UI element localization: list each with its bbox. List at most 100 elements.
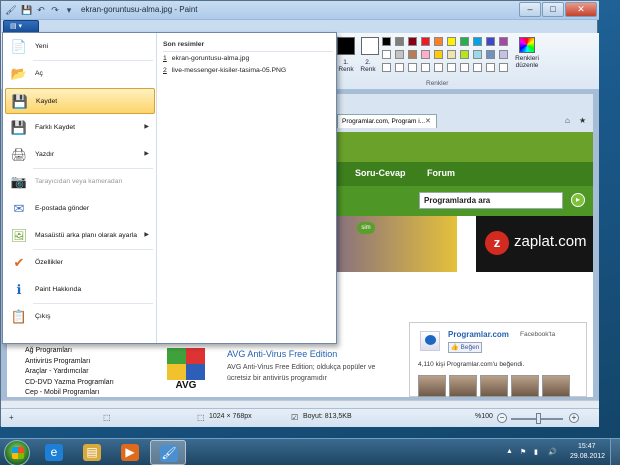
palette-swatch[interactable] [408,50,417,59]
star-icon: ★ [579,116,587,125]
action-center-flag-icon[interactable]: ⚑ [520,448,526,456]
minimize-button[interactable]: – [519,2,541,17]
recent-item[interactable]: 1 ekran-goruntusu-alma.jpg [163,55,249,62]
palette-swatch[interactable] [395,37,404,46]
edit-colors-button[interactable]: Renkleri düzenle [513,37,541,69]
menu-item-label: Yazdır [35,151,55,158]
palette-swatch[interactable] [460,37,469,46]
menu-item-print[interactable]: 🖨 Yazdır ▶ [5,142,155,168]
recent-item-name: ekran-goruntusu-alma.jpg [171,55,250,62]
palette-swatch[interactable] [434,63,443,72]
avg-title: AVG Anti-Virus Free Edition [227,349,338,359]
zoom-in-button[interactable]: + [569,413,579,423]
taskbar: e ▤ ▶ 🖌 ▲ ⚑ ▮ 🔊 15:47 29.08.2012 [0,438,620,465]
taskbar-explorer[interactable]: ▤ [74,440,110,465]
zoom-out-button[interactable]: − [497,413,507,423]
sim-badge: sim [357,222,375,234]
palette-swatch[interactable] [395,63,404,72]
palette-swatch[interactable] [421,37,430,46]
palette-swatch[interactable] [447,50,456,59]
menu-item-properties[interactable]: ✔ Özellikler [5,250,155,276]
undo-icon[interactable]: ↶ [35,4,47,16]
color2-swatch[interactable] [361,37,379,55]
volume-icon[interactable]: 🔊 [548,448,557,456]
image-dimensions: 1024 × 768px [209,413,252,420]
taskbar-ie[interactable]: e [36,440,72,465]
fb-subtitle: Facebook'ta [520,331,556,338]
start-button[interactable] [4,440,30,465]
palette-swatch[interactable] [499,63,508,72]
avatar [511,375,539,397]
save-quick-icon[interactable]: 💾 [21,4,33,16]
menu-item-open[interactable]: 📂 Aç [5,61,155,87]
avatar [480,375,508,397]
avatar [418,375,446,397]
list-item: CD-DVD Yazma Programları [25,378,114,386]
color1-label: 1. Renk [338,59,354,73]
palette-swatch[interactable] [408,63,417,72]
avg-logo-icon [167,348,205,380]
status-bar: + ⬚ ⬚ 1024 × 768px ☑ Boyut: 813,5KB %100… [1,408,599,427]
palette-swatch[interactable] [486,63,495,72]
save-icon: 💾 [11,94,29,109]
fb-like-count: 4,110 kişi Programlar.com'u beğendi. [418,361,525,368]
redo-icon[interactable]: ↷ [49,4,61,16]
close-button[interactable]: ✕ [565,2,597,17]
show-hidden-icons-icon[interactable]: ▲ [506,448,513,455]
recent-item[interactable]: 2 live-messenger-kisiler-tasima-05.PNG [163,67,286,74]
taskbar-paint[interactable]: 🖌 [150,440,186,465]
menu-item-scanner[interactable]: 📷 Tarayıcıdan veya kameradan [5,169,155,195]
menu-item-label: Kaydet [36,98,58,105]
color1-swatch[interactable] [337,37,355,55]
palette-swatch[interactable] [421,63,430,72]
dimensions-icon: ⬚ [197,413,205,422]
window-title: ekran-goruntusu-alma.jpg - Paint [81,5,198,14]
palette-swatch[interactable] [499,50,508,59]
palette-swatch[interactable] [473,63,482,72]
menu-item-email[interactable]: ✉ E-postada gönder [5,196,155,222]
palette-swatch[interactable] [499,37,508,46]
clock-time[interactable]: 15:47 [578,443,596,450]
avatar [542,375,570,397]
maximize-button[interactable]: □ [542,2,564,17]
palette-swatch[interactable] [395,50,404,59]
zplat-banner: z zaplat.com [476,216,593,272]
menu-item-label: E-postada gönder [35,205,90,212]
palette-swatch[interactable] [447,63,456,72]
palette-swatch[interactable] [473,50,482,59]
menu-item-save[interactable]: 💾 Kaydet [5,88,155,114]
taskbar-media-player[interactable]: ▶ [112,440,148,465]
palette-swatch[interactable] [434,37,443,46]
palette-swatch[interactable] [473,37,482,46]
palette-swatch[interactable] [486,50,495,59]
palette-swatch[interactable] [382,63,391,72]
menu-item-new[interactable]: 📄 Yeni [5,34,155,60]
app-menu-commands: 📄 Yeni 📂 Aç 💾 Kaydet 💾 Farklı Kaydet ▶ 🖨 Yazdır ▶ 📷 T… [3,33,157,343]
menu-item-exit[interactable]: 📋 Çıkış [5,304,155,330]
palette-swatch[interactable] [408,37,417,46]
list-item: Antivirüs Programları [25,357,91,365]
recent-item-number: 2 [163,67,167,74]
palette-swatch[interactable] [460,63,469,72]
palette-swatch[interactable] [460,50,469,59]
palette-swatch[interactable] [382,50,391,59]
clock-date[interactable]: 29.08.2012 [570,453,605,460]
network-icon[interactable]: ▮ [534,448,538,456]
palette-swatch[interactable] [382,37,391,46]
horizontal-scrollbar[interactable] [1,400,599,408]
menu-item-set-background[interactable]: 🖼 Masaüstü arka planı olarak ayarla ▶ [5,223,155,249]
tab-close-icon: ✕ [425,118,431,125]
submenu-arrow-icon: ▶ [144,124,149,130]
menu-item-save-as[interactable]: 💾 Farklı Kaydet ▶ [5,115,155,141]
menu-item-about[interactable]: ℹ Paint Hakkında [5,277,155,303]
palette-swatch[interactable] [434,50,443,59]
palette-swatch[interactable] [486,37,495,46]
zoom-slider-knob[interactable] [536,413,541,424]
show-desktop-button[interactable] [610,439,620,465]
palette-swatch[interactable] [421,50,430,59]
internet-explorer-icon: e [45,444,63,461]
fb-title: Programlar.com [448,330,509,339]
paint-app-icon: 🖌 [5,5,17,15]
palette-swatch[interactable] [447,37,456,46]
qat-dropdown-icon[interactable]: ▾ [63,4,75,16]
